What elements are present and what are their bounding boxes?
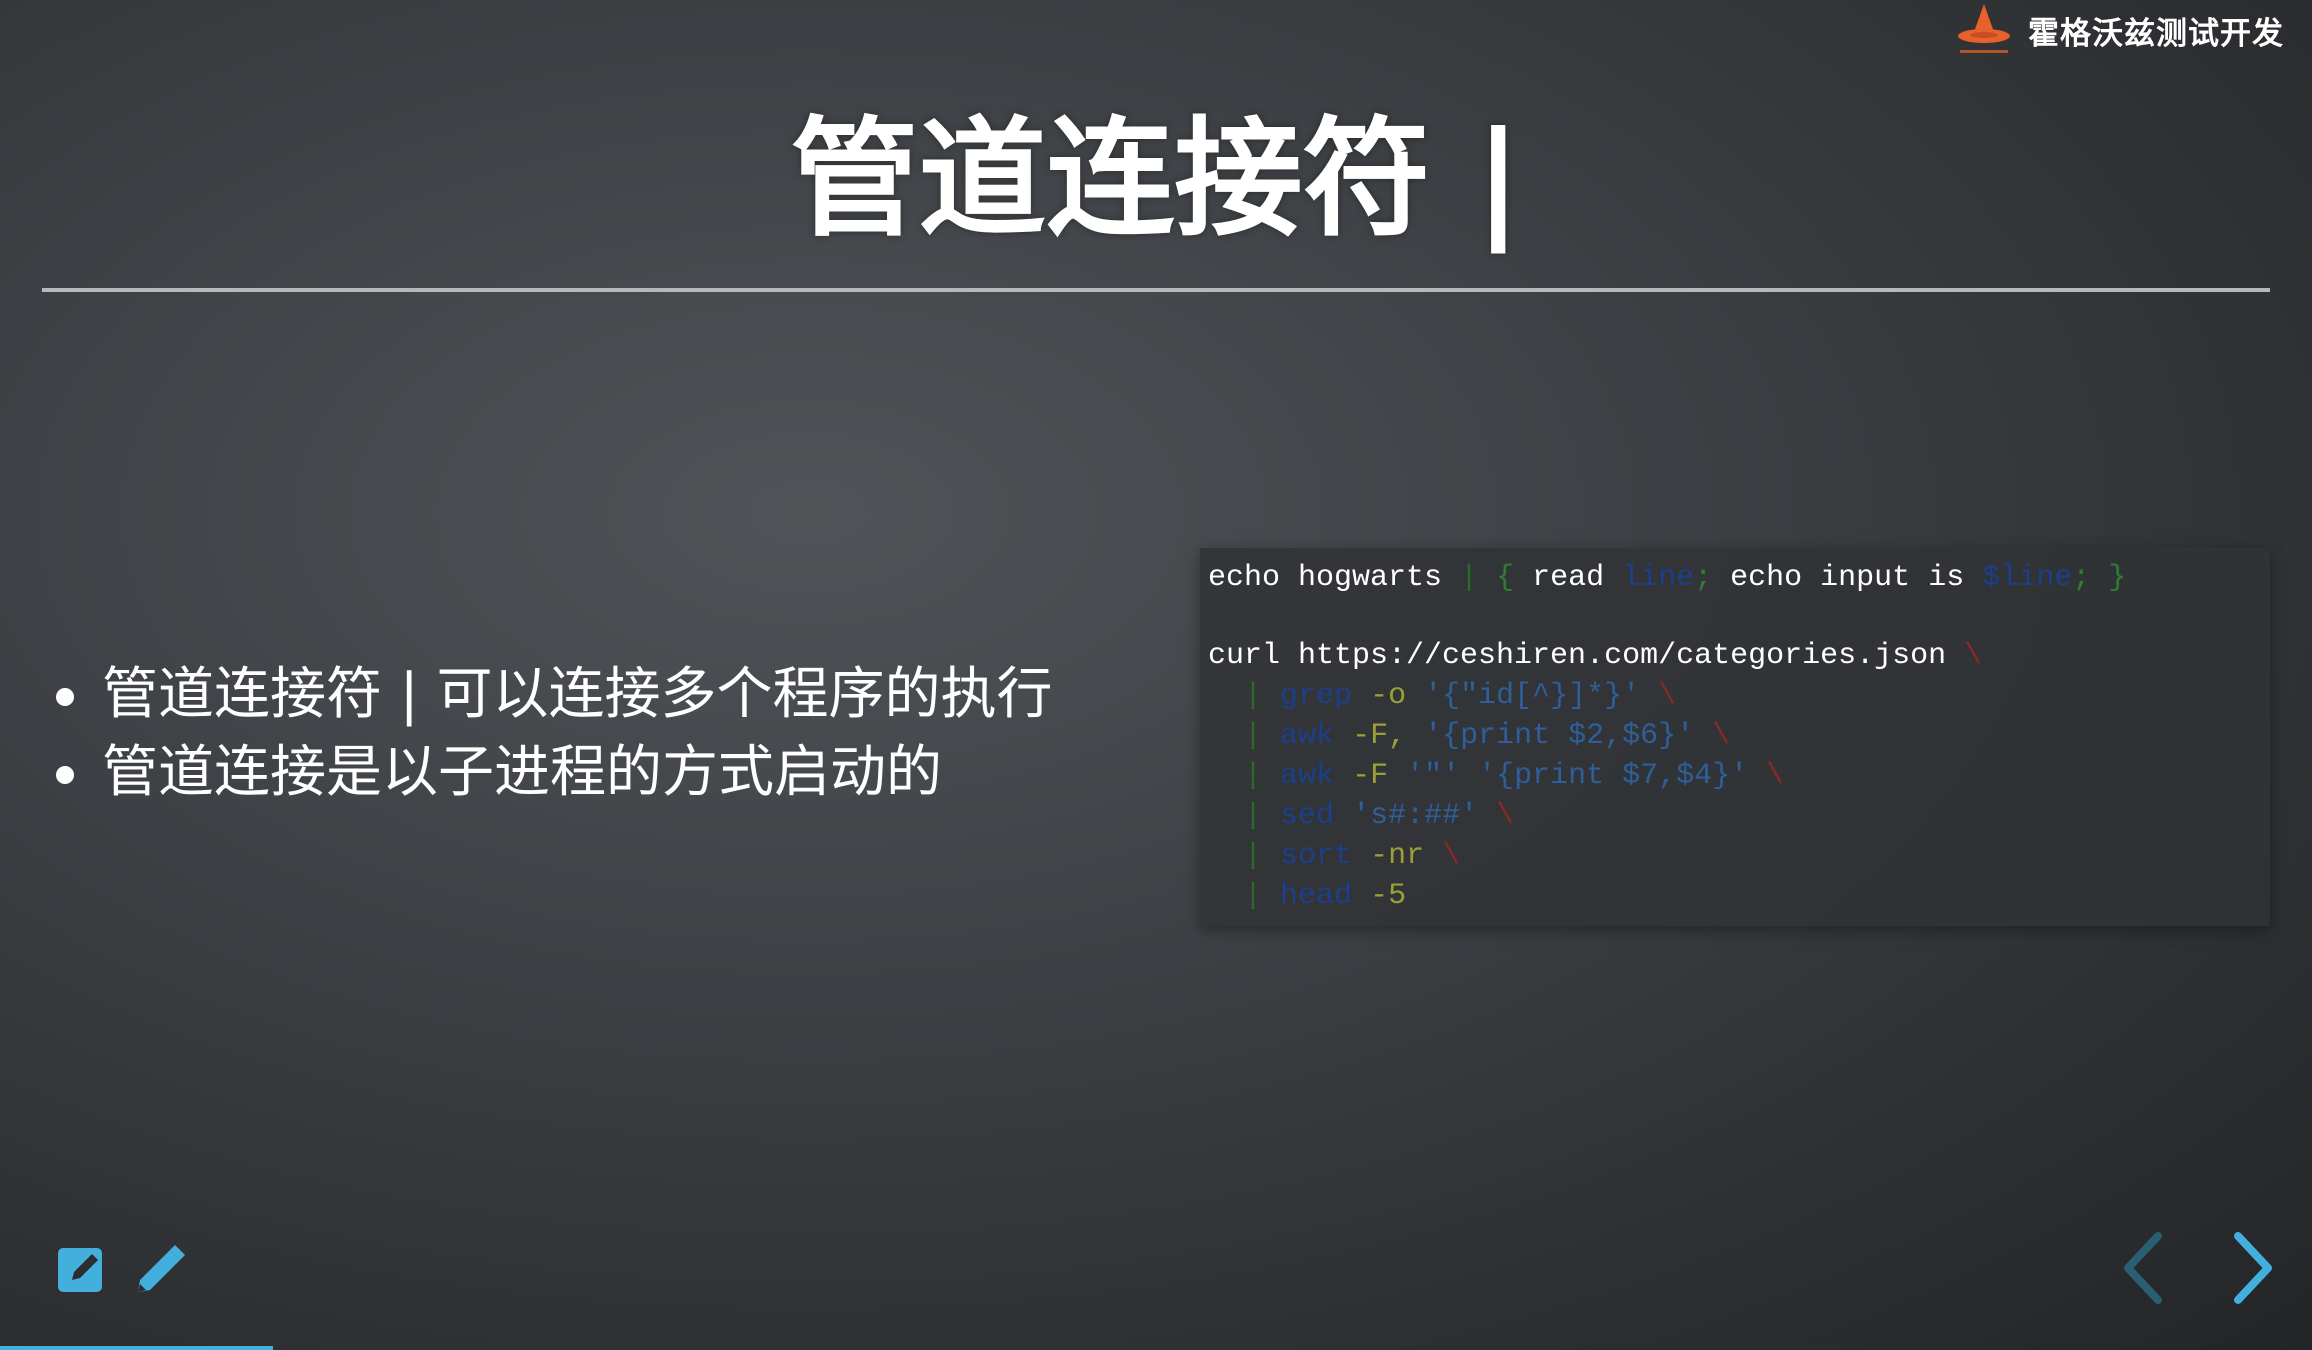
code-block: echo hogwarts | { read line; echo input … [1200,548,2270,926]
code-pipeline-line: | grep -o '{"id[^}]*}' \ [1244,679,1677,713]
chevron-left-icon[interactable] [2110,1228,2180,1308]
pencil-icon[interactable] [130,1240,190,1300]
code-pipeline-line: | sort -nr \ [1244,839,1461,873]
code-pipeline-line: | sed 's#:##' \ [1244,799,1515,833]
brand-name: 霍格沃兹测试开发 [2028,15,2284,52]
bullet-list: 管道连接符 | 可以连接多个程序的执行 管道连接是以子进程的方式启动的 [52,656,1052,812]
wizard-hat-icon [1954,2,2018,58]
code-pipeline-line: | awk -F, '{print $2,$6}' \ [1244,719,1731,753]
code-line-2: curl https://ceshiren.com/categories.jso… [1208,639,1983,673]
code-line-1: echo hogwarts | { read line; echo input … [1208,561,2127,595]
bullet-item: 管道连接符 | 可以连接多个程序的执行 [52,656,1052,734]
title-divider [42,288,2270,292]
code-pipeline-line: | awk -F '"' '{print $7,$4}' \ [1244,759,1785,793]
bullet-item: 管道连接是以子进程的方式启动的 [52,734,1052,812]
slide-title: 管道连接符 | [790,105,1522,254]
chevron-right-icon[interactable] [2216,1228,2286,1308]
edit-slide-icon[interactable] [52,1240,112,1300]
code-pipeline-line: | head -5 [1244,879,1407,913]
slide-progress-bar [0,1346,273,1350]
brand: 霍格沃兹测试开发 [1954,2,2284,58]
